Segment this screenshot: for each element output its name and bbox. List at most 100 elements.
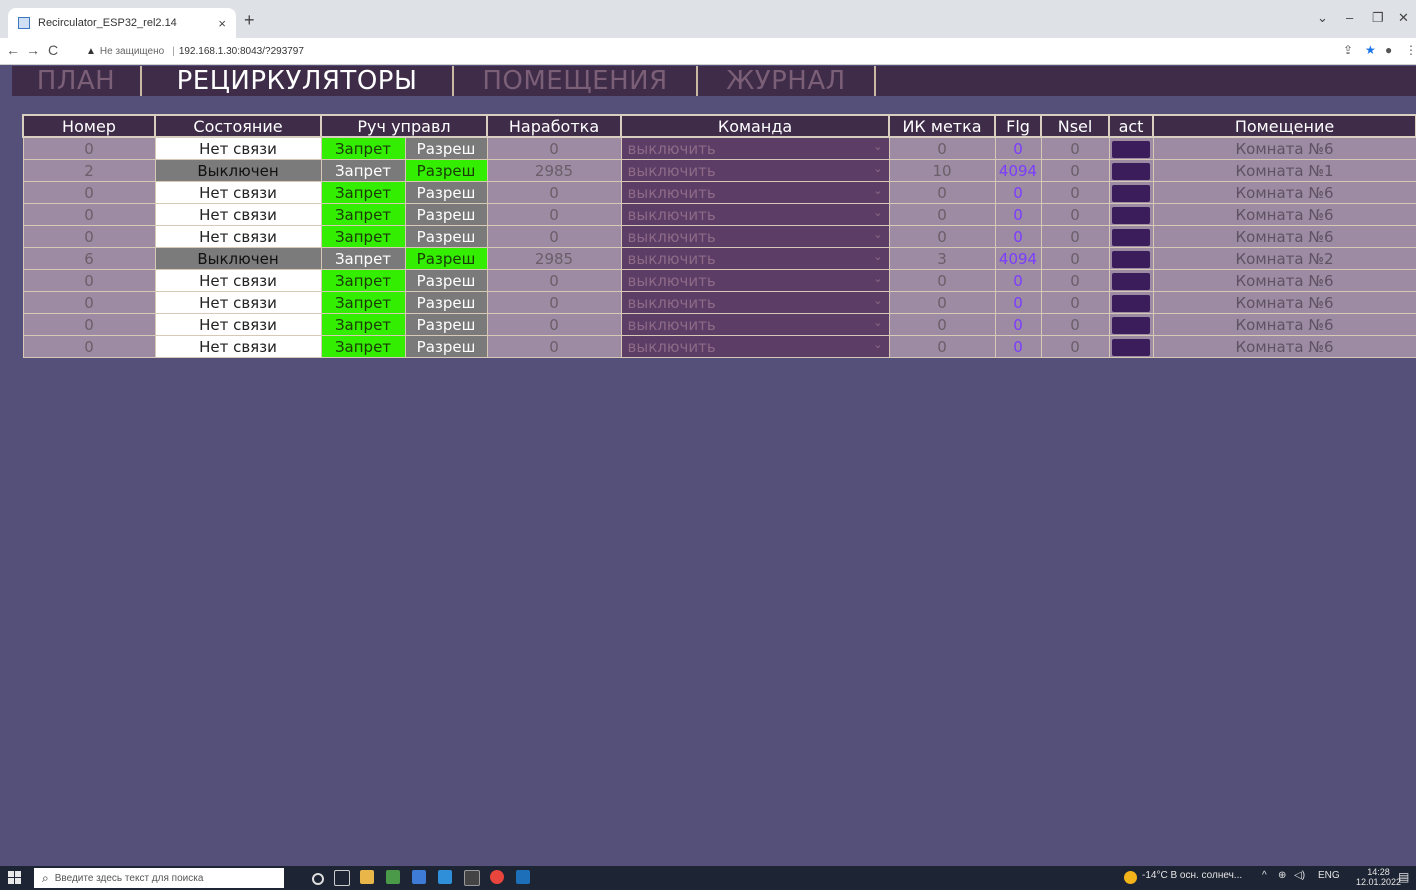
share-icon[interactable]: ⇪ (1343, 43, 1353, 57)
command-select[interactable]: выключить ⌄ (620, 247, 890, 270)
table-body: 0 Нет связи Запрет Разреш 0 выключить ⌄ 0 0 0 Комн… (22, 136, 1416, 358)
back-arrow-icon[interactable]: ← (6, 42, 20, 58)
warning-icon: ▲ (86, 45, 96, 57)
address-bar[interactable]: ▲ Не защищено | 192.168.1.30:8043/?29379… (86, 42, 304, 60)
act-toggle[interactable] (1108, 225, 1154, 248)
manual-allow-button[interactable]: Разреш (404, 159, 488, 182)
new-tab-button[interactable]: + (244, 10, 255, 31)
file-explorer-icon[interactable] (360, 870, 374, 884)
tab-search-chevron-icon[interactable]: ⌄ (1317, 10, 1328, 26)
menu-tab-plan[interactable]: ПЛАН (12, 66, 142, 96)
manual-forbid-button[interactable]: Запрет (320, 335, 406, 358)
reload-icon[interactable]: C (48, 42, 58, 58)
tab-close-icon[interactable]: × (218, 16, 226, 31)
browser-menu-icon[interactable]: ⋮ (1405, 43, 1416, 57)
menu-tab-journal[interactable]: ЖУРНАЛ (698, 66, 876, 96)
chevron-down-icon: ⌄ (873, 316, 883, 329)
network-app-icon[interactable] (386, 870, 400, 884)
command-select-value: выключить (627, 139, 716, 158)
bookmark-star-icon[interactable]: ★ (1365, 43, 1376, 57)
act-toggle[interactable] (1108, 335, 1154, 358)
row-nsel: 0 (1040, 313, 1110, 336)
manual-allow-button[interactable]: Разреш (404, 269, 488, 292)
command-select[interactable]: выключить ⌄ (620, 269, 890, 292)
chrome-icon[interactable] (490, 870, 504, 884)
weather-icon[interactable] (1124, 871, 1137, 884)
row-runtime: 0 (486, 203, 622, 226)
row-state: Нет связи (154, 136, 322, 160)
tray-chevron-icon[interactable]: ^ (1262, 870, 1267, 881)
taskbar-clock[interactable]: 14:28 12.01.2022 (1356, 867, 1401, 887)
manual-allow-button[interactable]: Разреш (404, 136, 488, 160)
manual-forbid-button[interactable]: Запрет (320, 225, 406, 248)
act-toggle[interactable] (1108, 203, 1154, 226)
table-row: 0 Нет связи Запрет Разреш 0 выключить ⌄ 0 0 0 Комн… (22, 335, 1416, 358)
command-select[interactable]: выключить ⌄ (620, 159, 890, 182)
row-number: 0 (22, 269, 156, 292)
act-toggle[interactable] (1108, 247, 1154, 270)
act-toggle[interactable] (1108, 313, 1154, 336)
network-icon[interactable]: ⊕ (1278, 870, 1286, 881)
cortana-icon[interactable] (312, 873, 324, 885)
command-select[interactable]: выключить ⌄ (620, 291, 890, 314)
command-select[interactable]: выключить ⌄ (620, 181, 890, 204)
manual-forbid-button[interactable]: Запрет (320, 203, 406, 226)
act-toggle[interactable] (1108, 136, 1154, 160)
command-select[interactable]: выключить ⌄ (620, 313, 890, 336)
chevron-down-icon: ⌄ (873, 338, 883, 351)
edge-app-icon[interactable] (516, 870, 530, 884)
row-ir-tag: 0 (888, 291, 996, 314)
act-toggle-switch (1112, 228, 1151, 246)
table-row: 0 Нет связи Запрет Разреш 0 выключить ⌄ 0 0 0 Комн… (22, 291, 1416, 314)
manual-forbid-button[interactable]: Запрет (320, 247, 406, 270)
manual-allow-button[interactable]: Разреш (404, 203, 488, 226)
manual-forbid-button[interactable]: Запрет (320, 136, 406, 160)
command-select[interactable]: выключить ⌄ (620, 335, 890, 358)
manual-allow-button[interactable]: Разреш (404, 313, 488, 336)
manual-forbid-button[interactable]: Запрет (320, 181, 406, 204)
command-select[interactable]: выключить ⌄ (620, 203, 890, 226)
profile-icon[interactable]: ● (1385, 43, 1392, 57)
command-select[interactable]: выключить ⌄ (620, 225, 890, 248)
command-select[interactable]: выключить ⌄ (620, 136, 890, 160)
act-toggle[interactable] (1108, 269, 1154, 292)
manual-allow-button[interactable]: Разреш (404, 247, 488, 270)
manual-allow-button[interactable]: Разреш (404, 181, 488, 204)
manual-forbid-button[interactable]: Запрет (320, 159, 406, 182)
task-view-icon[interactable] (334, 870, 350, 886)
manual-forbid-button[interactable]: Запрет (320, 291, 406, 314)
app-icon[interactable] (412, 870, 426, 884)
browser-tab[interactable]: Recirculator_ESP32_rel2.14 × (8, 8, 236, 38)
language-indicator[interactable]: ENG (1318, 870, 1340, 881)
manual-forbid-button[interactable]: Запрет (320, 269, 406, 292)
act-toggle[interactable] (1108, 181, 1154, 204)
windows-start-icon[interactable] (8, 871, 22, 885)
weather-text[interactable]: -14°C В осн. солнеч... (1142, 870, 1242, 881)
row-number: 6 (22, 247, 156, 270)
command-select-value: выключить (627, 337, 716, 356)
chevron-down-icon: ⌄ (873, 228, 883, 241)
manual-allow-button[interactable]: Разреш (404, 335, 488, 358)
manual-allow-button[interactable]: Разреш (404, 291, 488, 314)
act-toggle[interactable] (1108, 159, 1154, 182)
manual-forbid-button[interactable]: Запрет (320, 313, 406, 336)
menu-tab-rooms[interactable]: ПОМЕЩЕНИЯ (454, 66, 698, 96)
act-toggle[interactable] (1108, 291, 1154, 314)
terminal-icon[interactable] (464, 870, 480, 886)
row-number: 0 (22, 181, 156, 204)
chevron-down-icon: ⌄ (873, 162, 883, 175)
taskbar-search-input[interactable]: ⌕ Введите здесь текст для поиска (34, 868, 284, 888)
security-label: Не защищено (99, 45, 165, 57)
row-runtime: 0 (486, 269, 622, 292)
notifications-icon[interactable]: ▤ (1398, 870, 1409, 884)
window-maximize-button[interactable]: ❐ (1372, 10, 1384, 26)
menu-tab-recirculators[interactable]: РЕЦИРКУЛЯТОРЫ (142, 66, 454, 96)
window-minimize-button[interactable]: – (1346, 10, 1353, 25)
mail-icon[interactable] (438, 870, 452, 884)
window-close-button[interactable]: ✕ (1398, 10, 1409, 26)
row-room: Комната №6 (1152, 313, 1416, 336)
volume-icon[interactable]: ◁) (1294, 870, 1305, 881)
col-header-state: Состояние (154, 114, 322, 138)
manual-allow-button[interactable]: Разреш (404, 225, 488, 248)
forward-arrow-icon[interactable]: → (26, 42, 40, 58)
